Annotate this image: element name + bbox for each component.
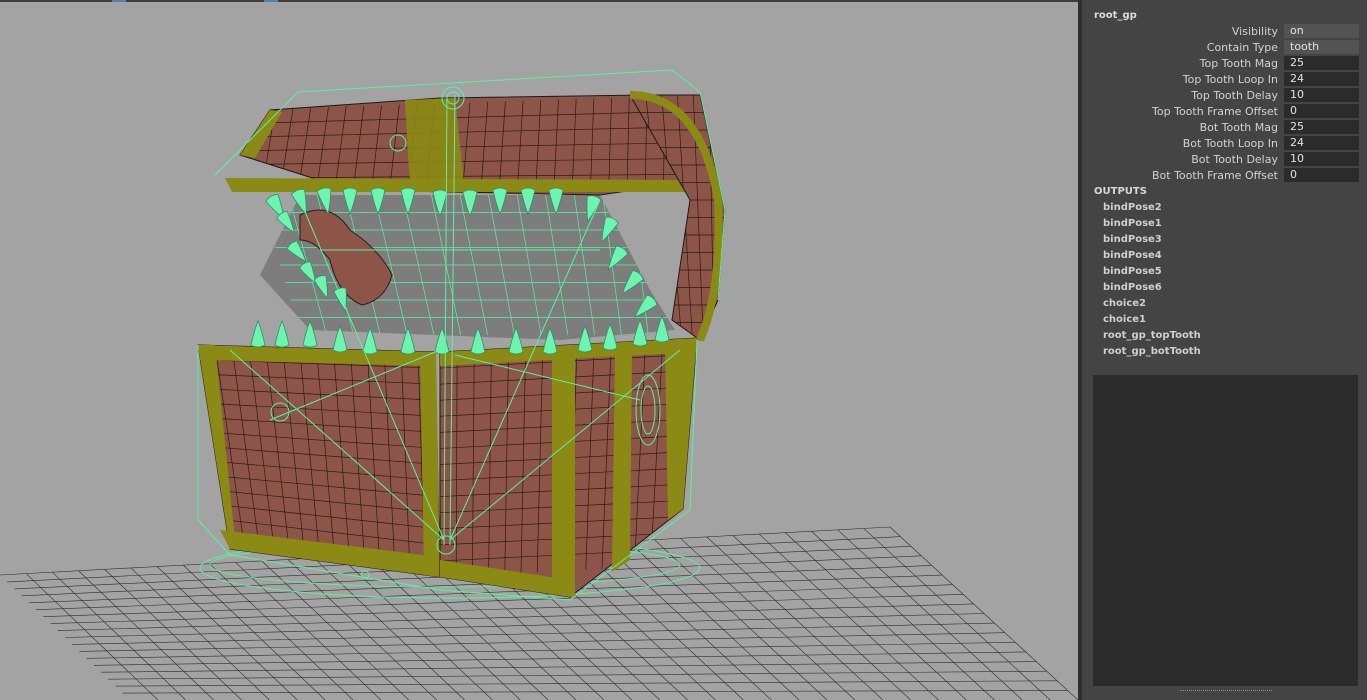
resize-grip[interactable] xyxy=(1180,690,1272,693)
chest-scene[interactable] xyxy=(0,0,1078,700)
attr-row-bot-tooth-frame-offset: Bot Tooth Frame Offset 0 xyxy=(1082,168,1367,183)
attr-label: Bot Tooth Delay xyxy=(1191,153,1278,166)
top-tooth-delay-field[interactable]: 10 xyxy=(1284,88,1359,102)
attr-label: Visibility xyxy=(1231,25,1278,38)
attr-row-top-tooth-loop-in: Top Tooth Loop In 24 xyxy=(1082,72,1367,87)
bot-tooth-frame-offset-field[interactable]: 0 xyxy=(1284,168,1359,182)
output-item[interactable]: root_gp_topTooth xyxy=(1103,328,1201,344)
attr-label: Top Tooth Delay xyxy=(1191,89,1278,102)
bot-tooth-loop-in-field[interactable]: 24 xyxy=(1284,136,1359,150)
attr-label: Bot Tooth Mag xyxy=(1199,121,1278,134)
top-tooth-loop-in-field[interactable]: 24 xyxy=(1284,72,1359,86)
output-item[interactable]: root_gp_botTooth xyxy=(1103,344,1201,360)
attr-row-bot-tooth-delay: Bot Tooth Delay 10 xyxy=(1082,152,1367,167)
attr-label: Top Tooth Mag xyxy=(1199,57,1278,70)
attr-row-visibility: Visibility on xyxy=(1082,24,1367,39)
output-item[interactable]: bindPose4 xyxy=(1103,248,1162,264)
top-tooth-frame-offset-field[interactable]: 0 xyxy=(1284,104,1359,118)
contain-type-dropdown[interactable]: tooth xyxy=(1284,40,1359,54)
attribute-editor-panel: root_gp Visibility on Contain Type tooth… xyxy=(1082,0,1367,700)
output-item[interactable]: bindPose2 xyxy=(1103,200,1162,216)
output-item[interactable]: choice2 xyxy=(1103,296,1146,312)
notes-area[interactable] xyxy=(1093,375,1358,686)
top-tooth-mag-field[interactable]: 25 xyxy=(1284,56,1359,70)
output-item[interactable]: bindPose3 xyxy=(1103,232,1162,248)
chest-lid-top xyxy=(225,94,701,196)
visibility-dropdown[interactable]: on xyxy=(1284,24,1359,38)
attr-label: Top Tooth Loop In xyxy=(1182,73,1278,86)
attr-row-contain-type: Contain Type tooth xyxy=(1082,40,1367,55)
viewport-3d[interactable] xyxy=(0,0,1078,700)
output-item[interactable]: bindPose5 xyxy=(1103,264,1162,280)
attr-label: Bot Tooth Frame Offset xyxy=(1152,169,1278,182)
attr-label: Top Tooth Frame Offset xyxy=(1152,105,1278,118)
attr-row-top-tooth-frame-offset: Top Tooth Frame Offset 0 xyxy=(1082,104,1367,119)
attr-label: Contain Type xyxy=(1206,41,1278,54)
bot-tooth-delay-field[interactable]: 10 xyxy=(1284,152,1359,166)
attr-row-top-tooth-delay: Top Tooth Delay 10 xyxy=(1082,88,1367,103)
attr-row-bot-tooth-loop-in: Bot Tooth Loop In 24 xyxy=(1082,136,1367,151)
output-item[interactable]: choice1 xyxy=(1103,312,1146,328)
output-item[interactable]: bindPose1 xyxy=(1103,216,1162,232)
attr-row-bot-tooth-mag: Bot Tooth Mag 25 xyxy=(1082,120,1367,135)
output-item[interactable]: bindPose6 xyxy=(1103,280,1162,296)
chest-body-front xyxy=(197,344,441,578)
attr-label: Bot Tooth Loop In xyxy=(1182,137,1278,150)
bot-tooth-mag-field[interactable]: 25 xyxy=(1284,120,1359,134)
node-title: root_gp xyxy=(1094,10,1137,21)
attr-row-top-tooth-mag: Top Tooth Mag 25 xyxy=(1082,56,1367,71)
outputs-header: OUTPUTS xyxy=(1094,186,1147,197)
